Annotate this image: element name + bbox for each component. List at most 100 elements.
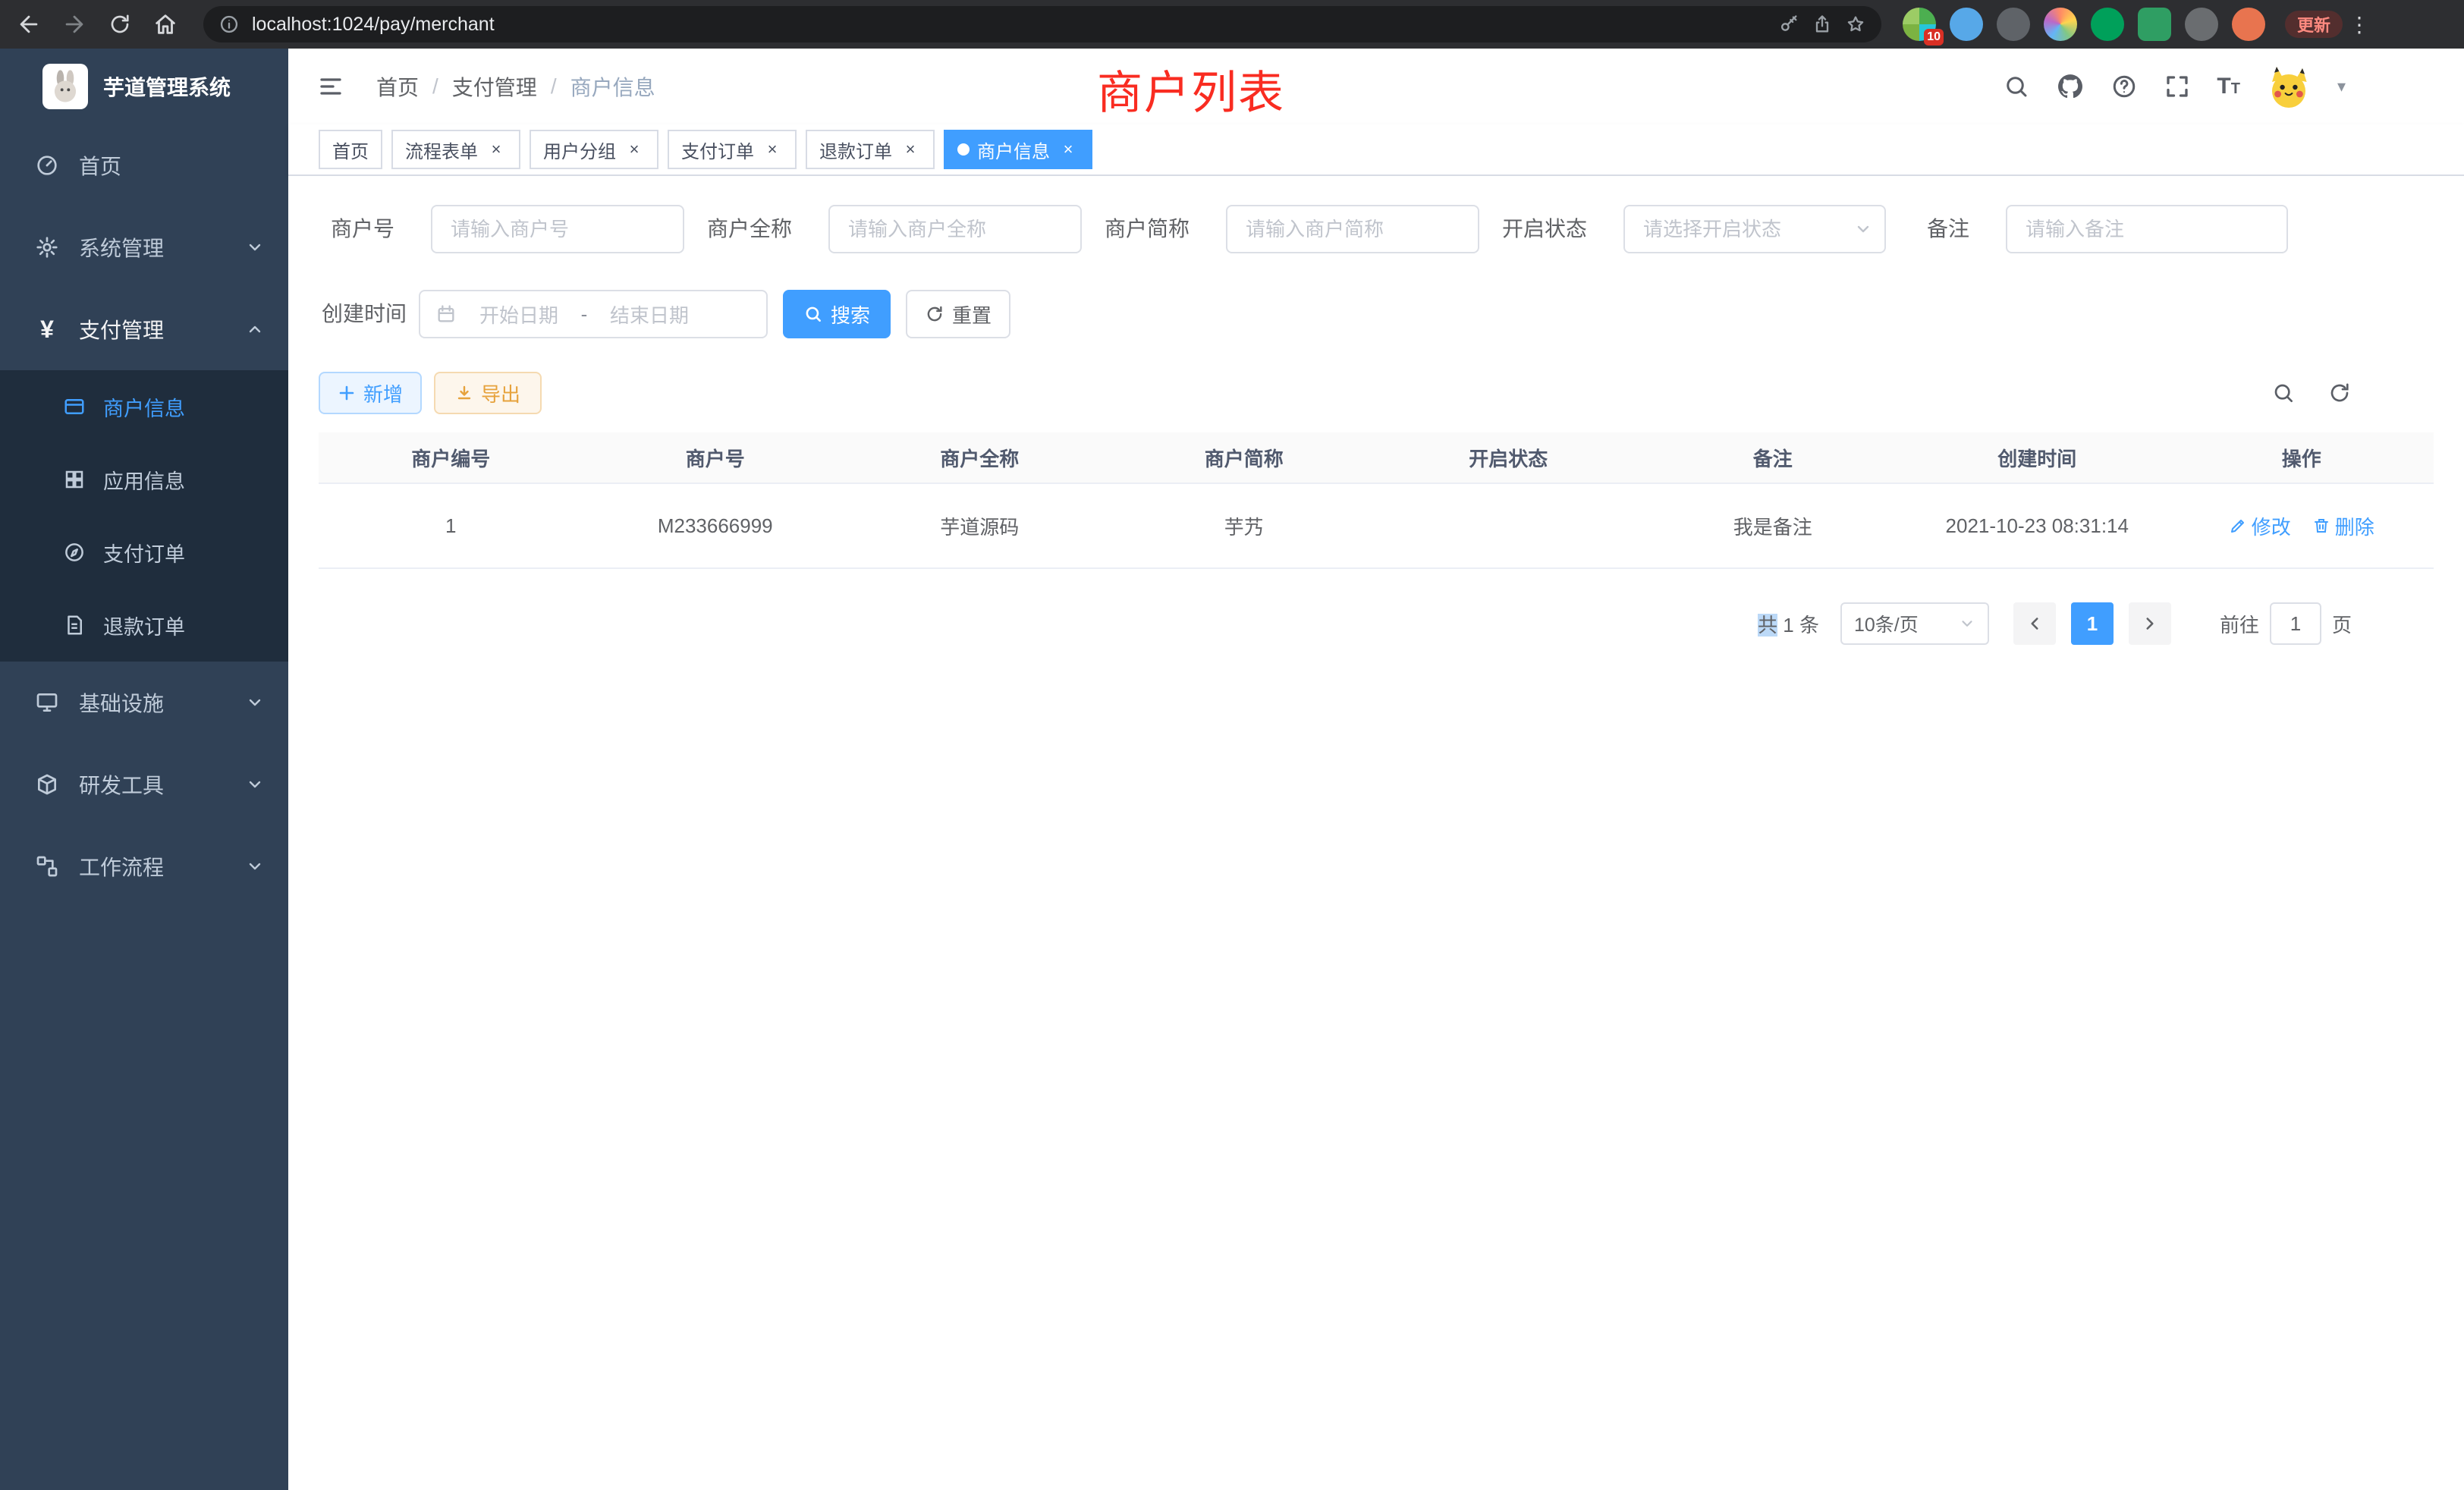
edit-pen-icon [2229, 517, 2247, 535]
cell-short-name: 芋艿 [1112, 512, 1377, 540]
reset-button[interactable]: 重置 [906, 290, 1010, 338]
browser-back-button[interactable] [6, 3, 52, 46]
export-button[interactable]: 导出 [434, 372, 542, 414]
cell-full-name: 芋道源码 [847, 512, 1112, 540]
remark-input[interactable] [2006, 205, 2288, 253]
extension-icon[interactable] [2044, 8, 2077, 41]
share-icon[interactable] [1812, 14, 1833, 35]
merchant-no-input[interactable] [431, 205, 684, 253]
sidebar-item-devtools[interactable]: 研发工具 [0, 743, 288, 825]
close-icon[interactable]: × [1058, 139, 1079, 160]
breadcrumb-payment[interactable]: 支付管理 [452, 71, 537, 102]
start-date-placeholder[interactable]: 开始日期 [469, 300, 569, 328]
sidebar-item-merchant-info[interactable]: 商户信息 [0, 370, 288, 443]
search-icon[interactable] [2003, 73, 2030, 100]
sidebar-item-app-info[interactable]: 应用信息 [0, 443, 288, 516]
delete-link[interactable]: 删除 [2312, 512, 2374, 540]
sidebar-item-label: 工作流程 [79, 851, 164, 882]
page-unit-label: 页 [2332, 610, 2352, 638]
browser-update-button[interactable]: 更新 [2285, 11, 2343, 38]
tab-home[interactable]: 首页 [319, 130, 382, 169]
main-content: 商户号 商户全称 商户简称 开启状态 备注 创建时间 开始日期 - 结束日期 搜 [288, 176, 2464, 1490]
download-icon [455, 384, 473, 402]
close-icon[interactable]: × [762, 139, 783, 160]
address-bar[interactable]: localhost:1024/pay/merchant [203, 6, 1881, 42]
font-size-icon[interactable]: TT [2217, 75, 2240, 98]
url-text[interactable]: localhost:1024/pay/merchant [252, 14, 495, 36]
sidebar-item-home[interactable]: 首页 [0, 124, 288, 206]
edit-link[interactable]: 修改 [2229, 512, 2291, 540]
tab-merchant-info[interactable]: 商户信息× [944, 130, 1092, 169]
password-key-icon[interactable] [1778, 14, 1799, 35]
sidebar-item-system[interactable]: 系统管理 [0, 206, 288, 288]
fullscreen-icon[interactable] [2164, 73, 2191, 100]
profile-avatar-icon[interactable] [2232, 8, 2265, 41]
page-number-button[interactable]: 1 [2071, 602, 2114, 645]
short-name-input[interactable] [1226, 205, 1479, 253]
user-menu-caret-icon[interactable]: ▾ [2337, 77, 2346, 96]
chevron-down-icon [246, 775, 264, 794]
box-icon [33, 772, 61, 797]
close-icon[interactable]: × [486, 139, 507, 160]
delete-link-label: 删除 [2335, 512, 2374, 540]
extension-icon[interactable] [2138, 8, 2171, 41]
site-info-icon[interactable] [218, 14, 240, 35]
add-button[interactable]: 新增 [319, 372, 422, 414]
dashboard-icon [33, 153, 61, 178]
page-size-select[interactable]: 10条/页 [1840, 602, 1989, 645]
status-select[interactable] [1623, 205, 1886, 253]
goto-page-input[interactable] [2270, 602, 2321, 645]
reload-icon [108, 12, 132, 36]
browser-menu-button[interactable]: ⋮ [2346, 6, 2373, 42]
tab-process-form[interactable]: 流程表单× [391, 130, 520, 169]
total-rest: 1 条 [1777, 614, 1819, 637]
hamburger-icon [317, 73, 344, 100]
sidebar-item-pay-order[interactable]: 支付订单 [0, 516, 288, 589]
sidebar-item-label: 基础设施 [79, 687, 164, 718]
extension-icon[interactable] [2185, 8, 2218, 41]
user-avatar[interactable] [2266, 64, 2312, 109]
date-range-picker[interactable]: 开始日期 - 结束日期 [419, 290, 768, 338]
browser-home-button[interactable] [143, 3, 188, 46]
font-size-large-glyph: T [2217, 75, 2230, 98]
extension-icon[interactable] [2091, 8, 2124, 41]
total-prefix: 共 [1758, 614, 1777, 637]
tab-pay-order[interactable]: 支付订单× [668, 130, 797, 169]
browser-forward-button[interactable] [52, 3, 97, 46]
help-icon[interactable] [2110, 73, 2138, 100]
status-select-input[interactable] [1623, 205, 1886, 253]
grid-icon [61, 468, 88, 491]
toggle-search-button[interactable] [2265, 375, 2302, 411]
sidebar-item-workflow[interactable]: 工作流程 [0, 825, 288, 907]
next-page-button[interactable] [2129, 602, 2171, 645]
browser-reload-button[interactable] [97, 3, 143, 46]
end-date-placeholder[interactable]: 结束日期 [599, 300, 699, 328]
tab-refund-order[interactable]: 退款订单× [806, 130, 935, 169]
search-icon [2271, 381, 2296, 405]
sidebar-item-payment[interactable]: ¥ 支付管理 [0, 288, 288, 370]
full-name-input[interactable] [828, 205, 1082, 253]
merchant-table: 商户编号 商户号 商户全称 商户简称 开启状态 备注 创建时间 操作 1 M23… [319, 432, 2434, 569]
breadcrumb-home[interactable]: 首页 [376, 71, 419, 102]
search-button[interactable]: 搜索 [783, 290, 891, 338]
browser-extensions: 10 [1903, 8, 2265, 41]
gear-icon [33, 235, 61, 259]
sidebar-logo[interactable]: 芋道管理系统 [0, 49, 288, 124]
sidebar-toggle-button[interactable] [310, 65, 352, 108]
close-icon[interactable]: × [900, 139, 921, 160]
breadcrumb: 首页 / 支付管理 / 商户信息 [376, 71, 655, 102]
extension-icon[interactable] [1997, 8, 2030, 41]
sidebar-item-refund-order[interactable]: 退款订单 [0, 589, 288, 662]
sidebar-item-infrastructure[interactable]: 基础设施 [0, 662, 288, 743]
extension-icon[interactable] [1950, 8, 1983, 41]
search-button-label: 搜索 [831, 300, 870, 328]
tab-user-group[interactable]: 用户分组× [530, 130, 658, 169]
refresh-table-button[interactable] [2321, 375, 2358, 411]
close-icon[interactable]: × [624, 139, 645, 160]
extension-icon[interactable]: 10 [1903, 8, 1936, 41]
github-icon[interactable] [2056, 72, 2085, 101]
bookmark-star-icon[interactable] [1845, 14, 1866, 35]
home-icon [152, 11, 178, 37]
table-row: 1 M233666999 芋道源码 芋艿 我是备注 2021-10-23 08:… [319, 484, 2434, 569]
prev-page-button[interactable] [2013, 602, 2056, 645]
